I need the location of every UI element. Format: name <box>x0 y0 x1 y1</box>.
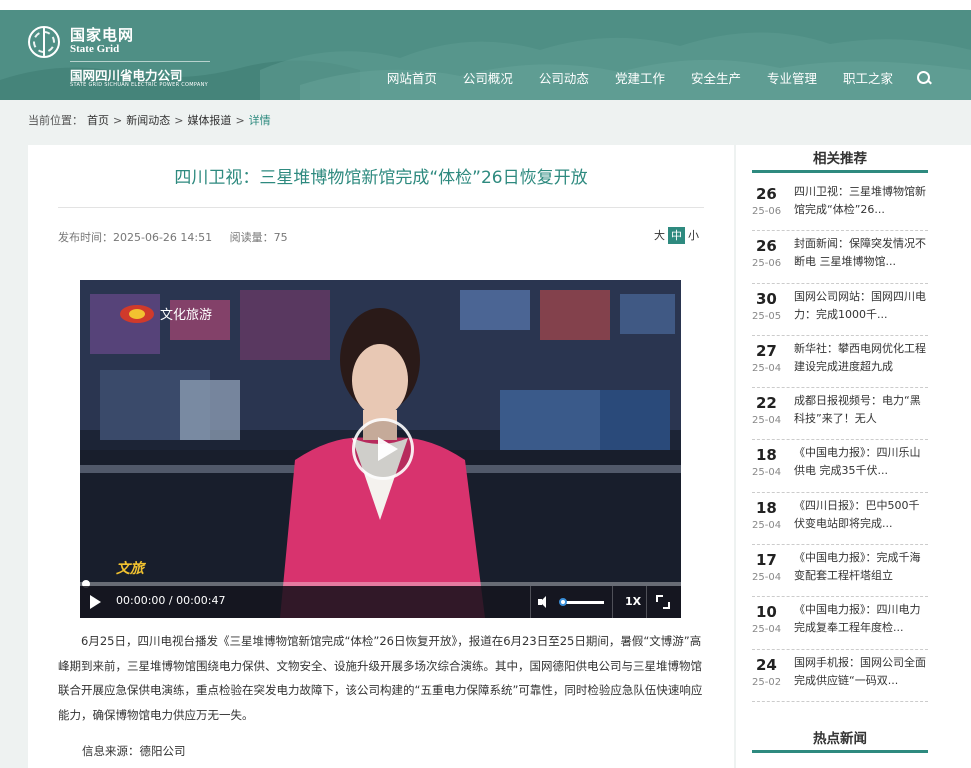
top-strip <box>0 0 971 10</box>
item-day: 24 <box>756 655 777 674</box>
site-header: 国家电网 State Grid 国网四川省电力公司 STATE GRID SIC… <box>0 10 971 100</box>
playback-speed-button[interactable]: 1X <box>625 595 641 608</box>
brand-name-en: State Grid <box>70 43 120 55</box>
list-item[interactable]: 18 25-04 《中国电力报》：四川乐山供电 完成35千伏... <box>752 440 928 493</box>
fullscreen-icon[interactable] <box>656 595 670 609</box>
volume-handle[interactable] <box>559 598 567 606</box>
article-title: 四川卫视：三星堆博物馆新馆完成“体检”26日恢复开放 <box>174 168 588 188</box>
breadcrumb-prefix: 当前位置： <box>28 114 83 127</box>
title-divider <box>58 207 704 208</box>
breadcrumb-media[interactable]: 媒体报道 <box>187 112 231 128</box>
item-date: 25-04 <box>752 624 782 636</box>
item-day: 22 <box>756 394 777 413</box>
breadcrumb-separator: > <box>235 113 245 127</box>
item-date: 25-06 <box>752 258 782 270</box>
channel-logo-text: 文化旅游 <box>160 308 213 323</box>
read-count: 阅读量：75 <box>229 231 288 244</box>
search-icon[interactable] <box>917 70 931 85</box>
play-overlay-icon[interactable] <box>352 418 414 480</box>
channel-logo-icon <box>120 304 154 323</box>
list-item[interactable]: 10 25-04 《中国电力报》：四川电力完成复奉工程年度检... <box>752 597 928 650</box>
breadcrumb-separator: > <box>113 113 123 127</box>
item-day: 18 <box>756 446 777 465</box>
nav-home[interactable]: 网站首页 <box>387 68 437 87</box>
item-title[interactable]: 新华社：攀西电网优化工程建设完成进度超九成 <box>794 340 928 376</box>
breadcrumb: 当前位置： 首页 > 新闻动态 > 媒体报道 > 详情 <box>28 112 275 128</box>
control-divider <box>530 586 531 618</box>
sidebar: 相关推荐 26 25-06 四川卫视：三星堆博物馆新馆完成“体检”26... 26 25… <box>736 145 971 768</box>
video-time: 00:00:00 / 00:00:47 <box>116 594 226 607</box>
item-date: 25-06 <box>752 206 782 217</box>
article-panel: 四川卫视：三星堆博物馆新馆完成“体检”26日恢复开放 发布时间：2025-06-… <box>28 145 734 768</box>
article-body: 6月25日，四川电视台播发《三星堆博物馆新馆完成“体检”26日恢复开放》，报道在… <box>58 634 703 722</box>
video-player[interactable]: 文化旅游 文旅 00:00:00 / 00:00:47 1X <box>80 280 681 618</box>
item-title[interactable]: 《四川日报》：巴中500千伏变电站即将完成... <box>794 497 928 533</box>
logo-divider <box>70 61 210 62</box>
font-size-switcher: 大 中 小 <box>651 227 702 244</box>
list-item[interactable]: 22 25-04 成都日报视频号：电力“黑科技”来了！无人 <box>752 388 928 441</box>
font-size-medium[interactable]: 中 <box>668 227 685 244</box>
state-grid-logo-icon <box>28 26 60 58</box>
item-date: 25-04 <box>752 572 782 584</box>
publish-time: 发布时间：2025-06-26 14:51 <box>58 231 213 244</box>
item-date: 25-02 <box>752 676 782 688</box>
list-item[interactable]: 30 25-05 国网公司网站：国网四川电力：完成1000千... <box>752 284 928 336</box>
article-meta: 发布时间：2025-06-26 14:51 阅读量：75 <box>58 229 302 245</box>
item-title[interactable]: 国网公司网站：国网四川电力：完成1000千... <box>794 288 928 324</box>
list-item[interactable]: 26 25-06 四川卫视：三星堆博物馆新馆完成“体检”26... <box>752 179 928 232</box>
font-size-large[interactable]: 大 <box>651 227 668 244</box>
nav-staff-home[interactable]: 职工之家 <box>843 68 893 87</box>
item-day: 27 <box>756 341 777 360</box>
company-name-en: STATE GRID SICHUAN ELECTRIC POWER COMPAN… <box>70 82 208 88</box>
control-divider <box>612 586 613 618</box>
breadcrumb-separator: > <box>174 113 184 127</box>
control-divider <box>646 586 647 618</box>
item-title[interactable]: 成都日报视频号：电力“黑科技”来了！无人 <box>794 392 928 428</box>
item-date: 25-05 <box>752 310 782 322</box>
volume-slider[interactable] <box>559 598 604 606</box>
list-item[interactable]: 24 25-02 国网手机报：国网公司全面完成供应链“一码双... <box>752 650 928 702</box>
logo[interactable]: 国家电网 State Grid 国网四川省电力公司 STATE GRID SIC… <box>28 24 218 96</box>
item-day: 17 <box>756 551 777 570</box>
item-date: 25-04 <box>752 467 782 479</box>
breadcrumb-news[interactable]: 新闻动态 <box>126 112 170 128</box>
main-nav: 网站首页 公司概况 公司动态 党建工作 安全生产 专业管理 职工之家 <box>361 68 931 87</box>
list-item[interactable]: 18 25-04 《四川日报》：巴中500千伏变电站即将完成... <box>752 493 928 546</box>
brand-name-cn: 国家电网 <box>70 26 135 44</box>
item-title[interactable]: 四川卫视：三星堆博物馆新馆完成“体检”26... <box>794 183 928 219</box>
item-title[interactable]: 《中国电力报》：四川电力完成复奉工程年度检... <box>794 601 928 637</box>
item-date: 25-04 <box>752 415 782 427</box>
nav-company-overview[interactable]: 公司概况 <box>463 68 513 87</box>
breadcrumb-current: 详情 <box>248 114 271 127</box>
item-date: 25-04 <box>752 362 782 374</box>
item-title[interactable]: 国网手机报：国网公司全面完成供应链“一码双... <box>794 654 928 690</box>
list-item[interactable]: 26 25-06 封面新闻：保障突发情况不断电 三星堆博物馆... <box>752 231 928 284</box>
related-list: 26 25-06 四川卫视：三星堆博物馆新馆完成“体检”26... 26 25-06 封面… <box>752 179 928 702</box>
item-day: 26 <box>756 237 777 256</box>
video-controls: 00:00:00 / 00:00:47 1X <box>80 586 681 618</box>
nav-safety[interactable]: 安全生产 <box>691 68 741 87</box>
breadcrumb-home[interactable]: 首页 <box>87 112 109 128</box>
sidebar-title-hot: 热点新闻 <box>752 725 928 753</box>
item-title[interactable]: 《中国电力报》：四川乐山供电 完成35千伏... <box>794 444 928 480</box>
channel-logo: 文化旅游 <box>120 304 212 323</box>
item-day: 30 <box>756 289 777 308</box>
item-title[interactable]: 封面新闻：保障突发情况不断电 三星堆博物馆... <box>794 235 928 271</box>
article-source: 信息来源：德阳公司 <box>82 744 186 758</box>
nav-party-building[interactable]: 党建工作 <box>615 68 665 87</box>
volume-icon[interactable] <box>538 596 552 608</box>
sidebar-title-related: 相关推荐 <box>752 145 928 173</box>
item-day: 26 <box>756 185 777 203</box>
item-day: 10 <box>756 603 777 622</box>
item-date: 25-04 <box>752 519 782 531</box>
item-title[interactable]: 《中国电力报》：完成千海变配套工程杆塔组立 <box>794 549 928 585</box>
nav-management[interactable]: 专业管理 <box>767 68 817 87</box>
item-day: 18 <box>756 498 777 517</box>
nav-company-news[interactable]: 公司动态 <box>539 68 589 87</box>
font-size-small[interactable]: 小 <box>685 227 702 244</box>
list-item[interactable]: 17 25-04 《中国电力报》：完成千海变配套工程杆塔组立 <box>752 545 928 598</box>
corner-logo: 文旅 <box>116 561 144 577</box>
play-icon[interactable] <box>90 595 101 609</box>
list-item[interactable]: 27 25-04 新华社：攀西电网优化工程建设完成进度超九成 <box>752 336 928 389</box>
